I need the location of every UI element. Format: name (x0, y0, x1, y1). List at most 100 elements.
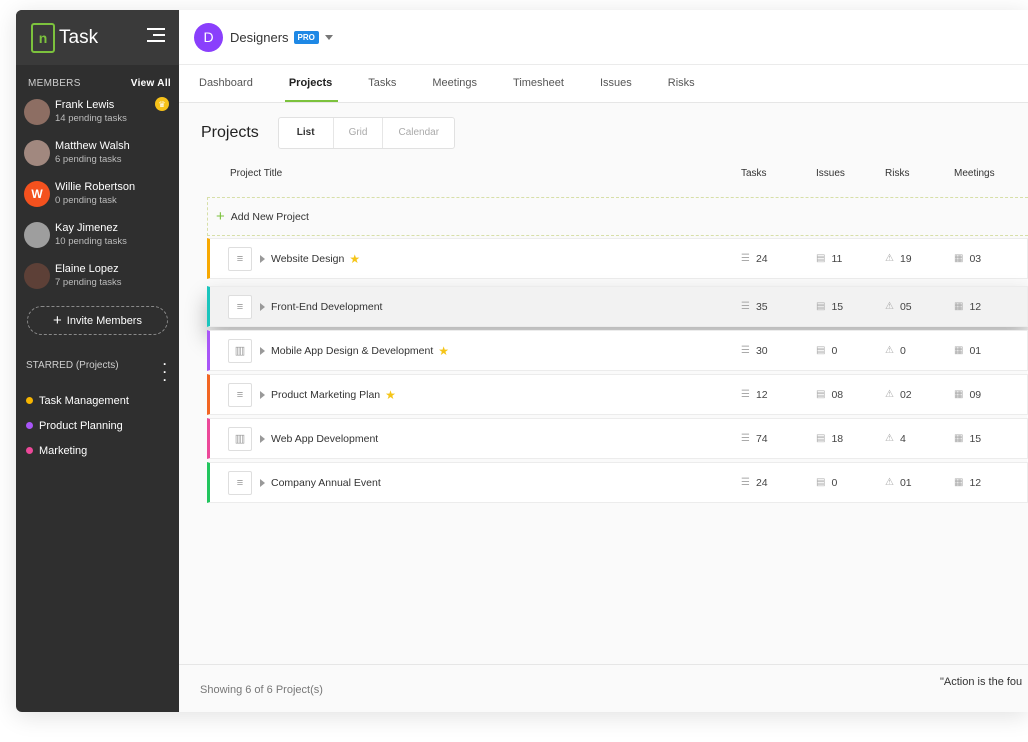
col-issues[interactable]: Issues (816, 168, 845, 179)
starred-project-item[interactable]: Marketing (16, 438, 179, 463)
chevron-right-icon[interactable] (260, 254, 265, 263)
table-row[interactable]: ≡ Website Design ★ ☰ 24 ▤ 11 ⚠ 19 ▦ 03 (207, 238, 1028, 279)
member-item[interactable]: Matthew Walsh 6 pending tasks (16, 132, 179, 173)
cell-value: 01 (969, 344, 982, 357)
chevron-right-icon[interactable] (260, 346, 265, 355)
project-title[interactable]: Company Annual Event (271, 477, 381, 489)
project-title[interactable]: Mobile App Design & Development (271, 345, 433, 357)
cell-value: 0 (899, 344, 906, 357)
add-new-project-row[interactable]: + Add New Project (207, 197, 1028, 236)
starred-project-item[interactable]: Task Management (16, 388, 179, 413)
chevron-right-icon[interactable] (260, 390, 265, 399)
member-item[interactable]: Kay Jimenez 10 pending tasks (16, 214, 179, 255)
project-title[interactable]: Front-End Development (271, 301, 382, 313)
cell-value: 01 (899, 476, 912, 489)
member-item[interactable]: Elaine Lopez 7 pending tasks (16, 255, 179, 296)
cell-risks: ⚠ 19 (885, 253, 912, 265)
table-header: Project Title Tasks Issues Risks Meeting… (179, 168, 1028, 182)
invite-members-button[interactable]: + Invite Members (27, 306, 168, 335)
cell-risks: ⚠ 0 (885, 345, 906, 357)
project-title[interactable]: Product Marketing Plan (271, 389, 380, 401)
member-text: Elaine Lopez 7 pending tasks (55, 263, 122, 288)
table-row[interactable]: ≡ Front-End Development ☰ 35 ▤ 15 ⚠ 05 ▦ 12 (207, 286, 1028, 327)
calendar-icon: ▦ (954, 253, 964, 264)
tab-projects[interactable]: Projects (284, 65, 339, 102)
col-risks[interactable]: Risks (885, 168, 909, 179)
cell-meetings: ▦ 09 (954, 389, 981, 401)
cell-tasks: ☰ 74 (741, 433, 768, 445)
view-calendar-button[interactable]: Calendar (383, 118, 454, 148)
warning-icon: ⚠ (885, 253, 894, 264)
star-icon[interactable]: ★ (349, 252, 360, 266)
logo-text: Task (59, 26, 99, 48)
avatar (24, 221, 50, 248)
menu-icon[interactable] (147, 28, 165, 46)
cell-value: 30 (755, 344, 768, 357)
cell-issues: ▤ 0 (816, 345, 837, 357)
tab-issues[interactable]: Issues (600, 65, 632, 102)
cell-issues: ▤ 0 (816, 477, 837, 489)
star-icon[interactable]: ★ (438, 344, 449, 358)
starred-project-item[interactable]: Product Planning (16, 413, 179, 438)
col-project-title[interactable]: Project Title (230, 168, 282, 179)
cell-meetings: ▦ 12 (954, 477, 981, 489)
member-text: Willie Robertson 0 pending task (55, 181, 135, 206)
chevron-right-icon[interactable] (260, 302, 265, 311)
workspace-name[interactable]: Designers (230, 30, 289, 45)
tab-tasks[interactable]: Tasks (368, 65, 396, 102)
color-dot-icon (26, 397, 33, 404)
cell-meetings: ▦ 03 (954, 253, 981, 265)
table-row[interactable]: ≡ Product Marketing Plan ★ ☰ 12 ▤ 08 ⚠ 02 ▦ 09 (207, 374, 1028, 415)
table-row[interactable]: ≡ Company Annual Event ☰ 24 ▤ 0 ⚠ 01 ▦ 12 (207, 462, 1028, 503)
warning-icon: ⚠ (885, 433, 894, 444)
more-options-icon[interactable]: · · · (163, 358, 167, 386)
view-toggle: List Grid Calendar (277, 117, 456, 149)
cell-value: 0 (831, 476, 838, 489)
board-icon: ▥ (228, 426, 252, 451)
issues-icon: ▤ (816, 253, 826, 264)
cell-value: 24 (755, 476, 768, 489)
cell-meetings: ▦ 15 (954, 433, 981, 445)
cell-value: 15 (969, 432, 982, 445)
warning-icon: ⚠ (885, 477, 894, 488)
table-row[interactable]: ▥ Mobile App Design & Development ★ ☰ 30 ▤ 0 ⚠ 0… (207, 330, 1028, 371)
cell-value: 09 (969, 388, 982, 401)
board-icon: ▥ (228, 338, 252, 363)
tasks-icon: ☰ (741, 301, 750, 312)
tab-meetings[interactable]: Meetings (432, 65, 477, 102)
view-grid-button[interactable]: Grid (334, 118, 384, 148)
chevron-right-icon[interactable] (260, 478, 265, 487)
cell-value: 35 (755, 300, 768, 313)
member-pending: 0 pending task (55, 195, 117, 206)
list-icon: ≡ (228, 382, 252, 407)
plus-icon: + (216, 208, 225, 225)
logo-icon: n (31, 22, 55, 53)
member-item[interactable]: W Willie Robertson 0 pending task (16, 173, 179, 214)
col-tasks[interactable]: Tasks (741, 168, 767, 179)
app-window: n Task MEMBERS View All Frank Lewis 14 pe… (16, 10, 1028, 712)
cell-value: 12 (755, 388, 768, 401)
nav-tabs: Dashboard Projects Tasks Meetings Timesheet I… (179, 65, 1028, 103)
member-item[interactable]: Frank Lewis 14 pending tasks ♛ (16, 91, 179, 132)
cell-risks: ⚠ 05 (885, 301, 912, 313)
tab-dashboard[interactable]: Dashboard (199, 65, 253, 102)
tab-risks[interactable]: Risks (668, 65, 695, 102)
issues-icon: ▤ (816, 389, 826, 400)
cell-value: 12 (969, 300, 982, 313)
view-list-button[interactable]: List (279, 118, 334, 148)
cell-value: 15 (831, 300, 844, 313)
project-title[interactable]: Website Design (271, 253, 344, 265)
workspace-avatar[interactable]: D (194, 22, 223, 52)
tab-timesheet[interactable]: Timesheet (513, 65, 564, 102)
chevron-right-icon[interactable] (260, 434, 265, 443)
view-all-link[interactable]: View All (131, 78, 171, 89)
star-icon[interactable]: ★ (385, 388, 396, 402)
cell-risks: ⚠ 01 (885, 477, 912, 489)
page-title: Projects (201, 124, 259, 141)
avatar (24, 98, 50, 125)
project-title[interactable]: Web App Development (271, 433, 378, 445)
table-row[interactable]: ▥ Web App Development ☰ 74 ▤ 18 ⚠ 4 ▦ 15 (207, 418, 1028, 459)
chevron-down-icon[interactable] (324, 34, 333, 40)
col-meetings[interactable]: Meetings (954, 168, 995, 179)
tasks-icon: ☰ (741, 433, 750, 444)
